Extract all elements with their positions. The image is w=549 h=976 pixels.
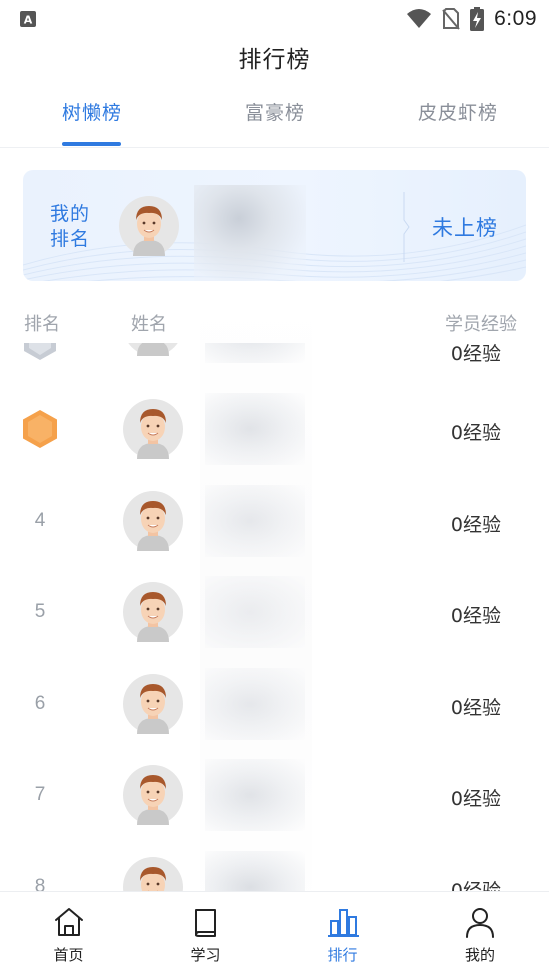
table-row[interactable]: 6 0经验 (0, 659, 549, 750)
book-icon (194, 909, 216, 937)
avatar (119, 196, 179, 256)
tab-shrimp-ranking[interactable]: 皮皮虾榜 (418, 98, 498, 125)
name-blurred (205, 668, 305, 740)
tab-bar: 树懒榜 富豪榜 皮皮虾榜 (0, 92, 549, 148)
name-blurred (205, 485, 305, 557)
table-row[interactable]: 5 0经验 (0, 567, 549, 658)
page-title: 排行榜 (238, 47, 311, 73)
avatar (123, 674, 183, 734)
tab-active-indicator (62, 142, 121, 146)
tab-rich-ranking[interactable]: 富豪榜 (245, 98, 305, 125)
header-rank: 排名 (24, 314, 60, 335)
nav-label-home: 首页 (53, 946, 84, 964)
svg-text:A: A (24, 14, 33, 27)
table-row[interactable]: 0经验 (0, 343, 549, 372)
rank-number: 7 (34, 784, 46, 805)
name-blurred (205, 343, 305, 363)
avatar (123, 765, 183, 825)
avatar (123, 491, 183, 551)
status-time: 6:09 (494, 7, 537, 30)
rank-number: 8 (34, 876, 46, 892)
nav-label-ranking: 排行 (327, 946, 358, 964)
table-row[interactable]: 8 0经验 (0, 842, 549, 892)
nav-item-mine[interactable]: 我的 (411, 892, 549, 976)
name-blurred (205, 759, 305, 831)
tab-sloth-ranking[interactable]: 树懒榜 (62, 98, 122, 125)
nav-item-ranking[interactable]: 排行 (274, 892, 411, 976)
exp-value: 0经验 (450, 788, 501, 810)
exp-value: 0经验 (450, 343, 501, 365)
ranking-list-header: 排名 姓名 学员经验 (0, 310, 549, 338)
bar-chart-icon (327, 909, 359, 937)
user-icon (466, 908, 494, 938)
avatar (123, 582, 183, 642)
nav-item-study[interactable]: 学习 (137, 892, 274, 976)
my-rank-status: 未上榜 (432, 216, 498, 240)
nav-label-mine: 我的 (464, 946, 495, 964)
exp-value: 0经验 (450, 605, 501, 627)
bottom-nav: 首页 学习 排行 我的 (0, 891, 549, 976)
rank-number: 6 (34, 693, 46, 714)
table-row[interactable]: 7 0经验 (0, 750, 549, 841)
silver-medal-icon (24, 343, 56, 360)
home-icon (54, 908, 83, 936)
avatar (123, 857, 183, 892)
exp-value: 0经验 (450, 697, 501, 719)
avatar (128, 343, 178, 356)
nav-item-home[interactable]: 首页 (0, 892, 137, 976)
exp-value: 0经验 (450, 514, 501, 536)
my-rank-label: 我的 排名 (50, 203, 91, 250)
exp-value: 0经验 (450, 422, 501, 444)
card-divider (403, 192, 410, 262)
my-name-blurred (194, 185, 306, 281)
ranking-list[interactable]: 0经验 3 0经验 4 0经验 5 0经验 6 0经验 7 0经验 8 0经验 (0, 343, 549, 892)
table-row[interactable]: 3 0经验 (0, 384, 549, 475)
name-blurred (205, 393, 305, 465)
battery-charging-icon (470, 7, 485, 31)
no-sim-icon (442, 8, 460, 30)
header-name: 姓名 (131, 314, 167, 335)
app-a-icon: A (20, 11, 36, 27)
wifi-icon (407, 9, 432, 28)
name-blurred (205, 851, 305, 892)
header-exp: 学员经验 (445, 314, 517, 335)
rank-number: 5 (34, 601, 46, 622)
name-blurred (205, 576, 305, 648)
exp-value: 0经验 (450, 880, 501, 892)
avatar (123, 399, 183, 459)
status-bar: A 6:09 (0, 0, 549, 38)
nav-label-study: 学习 (190, 946, 221, 964)
rank-number: 3 (14, 421, 22, 437)
table-row[interactable]: 4 0经验 (0, 476, 549, 567)
rank-number: 4 (34, 510, 46, 531)
my-rank-card[interactable]: 我的 排名 未上榜 (23, 170, 526, 281)
